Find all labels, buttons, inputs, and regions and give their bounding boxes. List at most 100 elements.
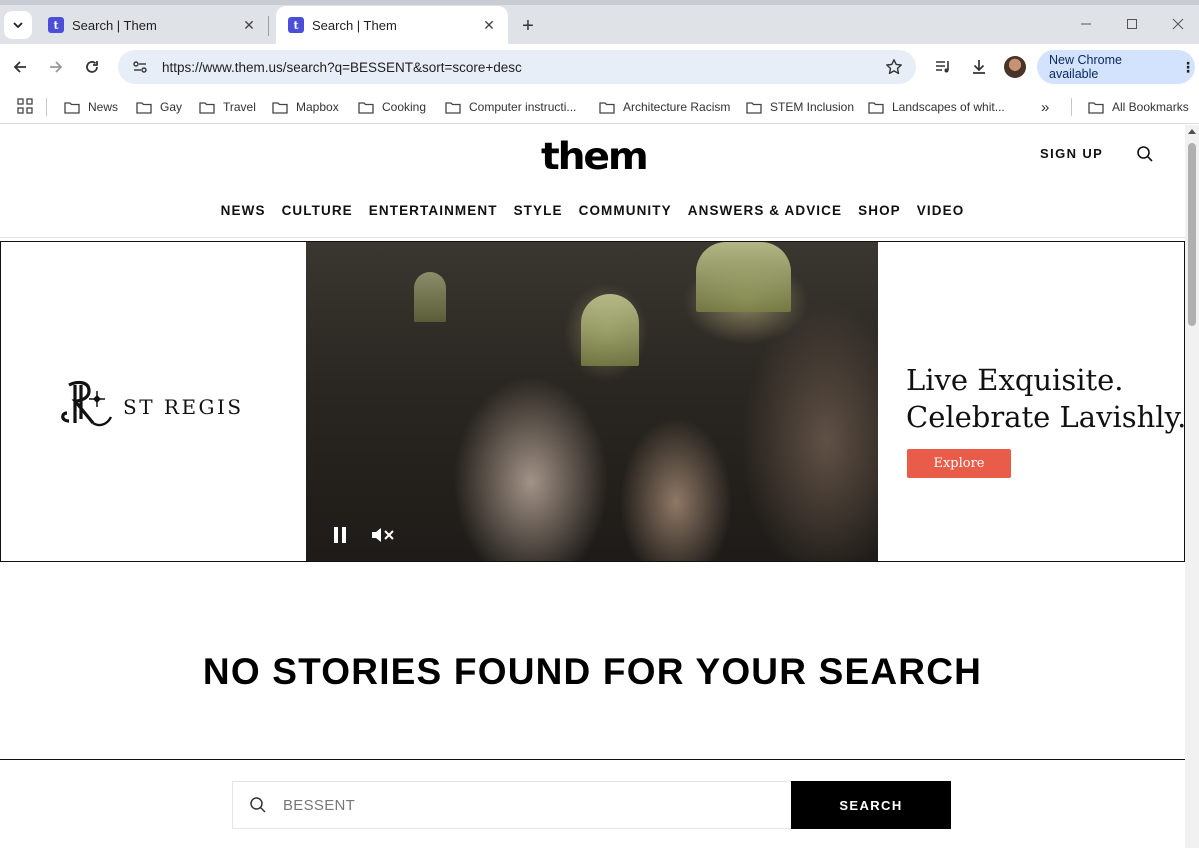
chrome-update-label: New Chrome available xyxy=(1049,53,1122,81)
bookmark-label: Computer instructi... xyxy=(469,100,577,114)
nav-shop[interactable]: SHOP xyxy=(858,203,901,218)
video-window-shape xyxy=(696,242,791,312)
ad-headline: Live Exquisite. Celebrate Lavishly. xyxy=(906,362,1185,436)
bookmark-label: STEM Inclusion xyxy=(770,100,855,114)
page-viewport: them SIGN UP NEWS CULTURE ENTERTAINMENT … xyxy=(0,125,1185,848)
folder-icon xyxy=(199,101,215,114)
tab-divider xyxy=(268,16,269,36)
results-divider xyxy=(0,759,1185,760)
search-button[interactable]: SEARCH xyxy=(791,781,951,829)
tabstrip-edge xyxy=(0,0,1199,5)
nav-community[interactable]: COMMUNITY xyxy=(579,203,672,218)
bookmark-folder-cooking[interactable]: Cooking xyxy=(358,96,426,118)
site-logo[interactable]: them xyxy=(541,135,649,178)
bookmark-folder-computer-instructions[interactable]: Computer instructi... xyxy=(445,96,576,118)
browser-tab-active[interactable]: t Search | Them ✕ xyxy=(276,6,508,44)
ad-video[interactable] xyxy=(306,242,878,561)
bookmark-folder-stem-inclusion[interactable]: STEM Inclusion xyxy=(746,96,854,118)
profile-avatar[interactable] xyxy=(1004,56,1026,78)
tab-search-button[interactable] xyxy=(4,11,32,39)
main-navigation: NEWS CULTURE ENTERTAINMENT STYLE COMMUNI… xyxy=(0,203,1185,218)
reload-button[interactable] xyxy=(78,53,106,81)
ad-brand-name: ST REGIS xyxy=(123,395,244,419)
folder-icon xyxy=(746,101,762,114)
bookmark-label: All Bookmarks xyxy=(1112,100,1189,114)
bookmark-label: Landscapes of whit... xyxy=(892,100,1005,114)
bookmark-label: Cooking xyxy=(382,100,427,114)
minimize-icon[interactable] xyxy=(1066,10,1106,38)
search-input[interactable]: BESSENT xyxy=(232,781,791,829)
folder-icon xyxy=(136,101,152,114)
bookmark-folder-travel[interactable]: Travel xyxy=(199,96,256,118)
arrow-left-icon xyxy=(13,61,26,73)
folder-icon xyxy=(272,101,288,114)
nav-entertainment[interactable]: ENTERTAINMENT xyxy=(369,203,498,218)
nav-answers-advice[interactable]: ANSWERS & ADVICE xyxy=(688,203,842,218)
search-icon xyxy=(250,797,266,813)
address-bar[interactable]: https://www.them.us/search?q=BESSENT&sor… xyxy=(118,50,916,84)
ad-headline-line: Live Exquisite. xyxy=(906,363,1124,397)
nav-news[interactable]: NEWS xyxy=(221,203,266,218)
bookmark-label: Mapbox xyxy=(296,100,339,114)
forward-button[interactable] xyxy=(42,53,70,81)
bookmark-label: Architecture Racism xyxy=(623,100,731,114)
bookmark-folder-mapbox[interactable]: Mapbox xyxy=(272,96,339,118)
media-controls-icon[interactable] xyxy=(929,53,957,81)
new-tab-button[interactable]: + xyxy=(514,12,542,40)
nav-culture[interactable]: CULTURE xyxy=(282,203,353,218)
browser-tab[interactable]: t Search | Them ✕ xyxy=(36,6,268,44)
them-favicon-icon: t xyxy=(288,17,304,33)
back-button[interactable] xyxy=(6,53,34,81)
bookmark-star-icon[interactable] xyxy=(880,53,908,81)
bookmarks-divider xyxy=(46,98,47,116)
folder-icon xyxy=(868,101,884,114)
st-regis-logo: ST REGIS xyxy=(59,377,259,429)
bookmark-folder-architecture-racism[interactable]: Architecture Racism xyxy=(599,96,730,118)
window-close-icon[interactable] xyxy=(1158,10,1198,38)
arrow-right-icon xyxy=(50,61,63,73)
page-scrollbar[interactable] xyxy=(1185,125,1199,848)
browser-toolbar: https://www.them.us/search?q=BESSENT&sor… xyxy=(0,44,1199,90)
bookmark-folder-gay[interactable]: Gay xyxy=(136,96,182,118)
bookmark-label: News xyxy=(88,100,119,114)
nav-video[interactable]: VIDEO xyxy=(917,203,965,218)
all-bookmarks-button[interactable]: All Bookmarks xyxy=(1088,96,1189,118)
search-query-text: BESSENT xyxy=(283,796,356,814)
close-tab-icon[interactable]: ✕ xyxy=(240,16,258,34)
bookmark-folder-landscapes[interactable]: Landscapes of whit... xyxy=(868,96,1005,118)
folder-icon xyxy=(599,101,615,114)
bookmarks-overflow-button[interactable]: » xyxy=(1041,96,1049,118)
video-window-shape xyxy=(581,294,639,366)
tab-title: Search | Them xyxy=(72,17,157,33)
scrollbar-thumb[interactable] xyxy=(1188,143,1196,326)
maximize-icon[interactable] xyxy=(1112,10,1152,38)
bookmark-folder-news[interactable]: News xyxy=(64,96,118,118)
scroll-up-icon[interactable] xyxy=(1188,129,1196,134)
browser-tabstrip: t Search | Them ✕ t Search | Them ✕ + xyxy=(0,0,1199,44)
bookmark-label: Gay xyxy=(160,100,183,114)
apps-grid-icon[interactable] xyxy=(16,97,34,115)
more-options-icon[interactable]: ⋮ xyxy=(1181,59,1195,76)
bookmarks-bar: News Gay Travel Mapbox Cooking Computer … xyxy=(0,90,1199,124)
search-icon[interactable] xyxy=(1136,145,1154,163)
close-tab-icon[interactable]: ✕ xyxy=(480,16,498,34)
mute-icon[interactable] xyxy=(370,526,396,549)
ad-headline-line: Celebrate Lavishly. xyxy=(906,400,1185,434)
folder-icon xyxy=(445,101,461,114)
header-divider xyxy=(0,237,1185,238)
download-icon[interactable] xyxy=(965,53,993,81)
chrome-update-button[interactable]: New Chrome available ⋮ xyxy=(1037,50,1195,84)
site-settings-icon[interactable] xyxy=(130,57,150,77)
folder-icon xyxy=(64,101,80,114)
nav-style[interactable]: STYLE xyxy=(514,203,563,218)
url-text: https://www.them.us/search?q=BESSENT&sor… xyxy=(162,59,522,75)
folder-icon xyxy=(1088,101,1104,114)
no-results-message: NO STORIES FOUND FOR YOUR SEARCH xyxy=(202,651,983,692)
advertisement-banner[interactable]: ST REGIS Live Exquisite. Celebrate Lavis… xyxy=(0,241,1185,562)
explore-button[interactable]: Explore xyxy=(907,449,1011,478)
bookmarks-divider xyxy=(1071,98,1072,116)
bookmark-label: Travel xyxy=(223,100,256,114)
folder-icon xyxy=(358,101,374,114)
sign-up-link[interactable]: SIGN UP xyxy=(1040,146,1103,161)
pause-icon[interactable] xyxy=(332,526,348,549)
